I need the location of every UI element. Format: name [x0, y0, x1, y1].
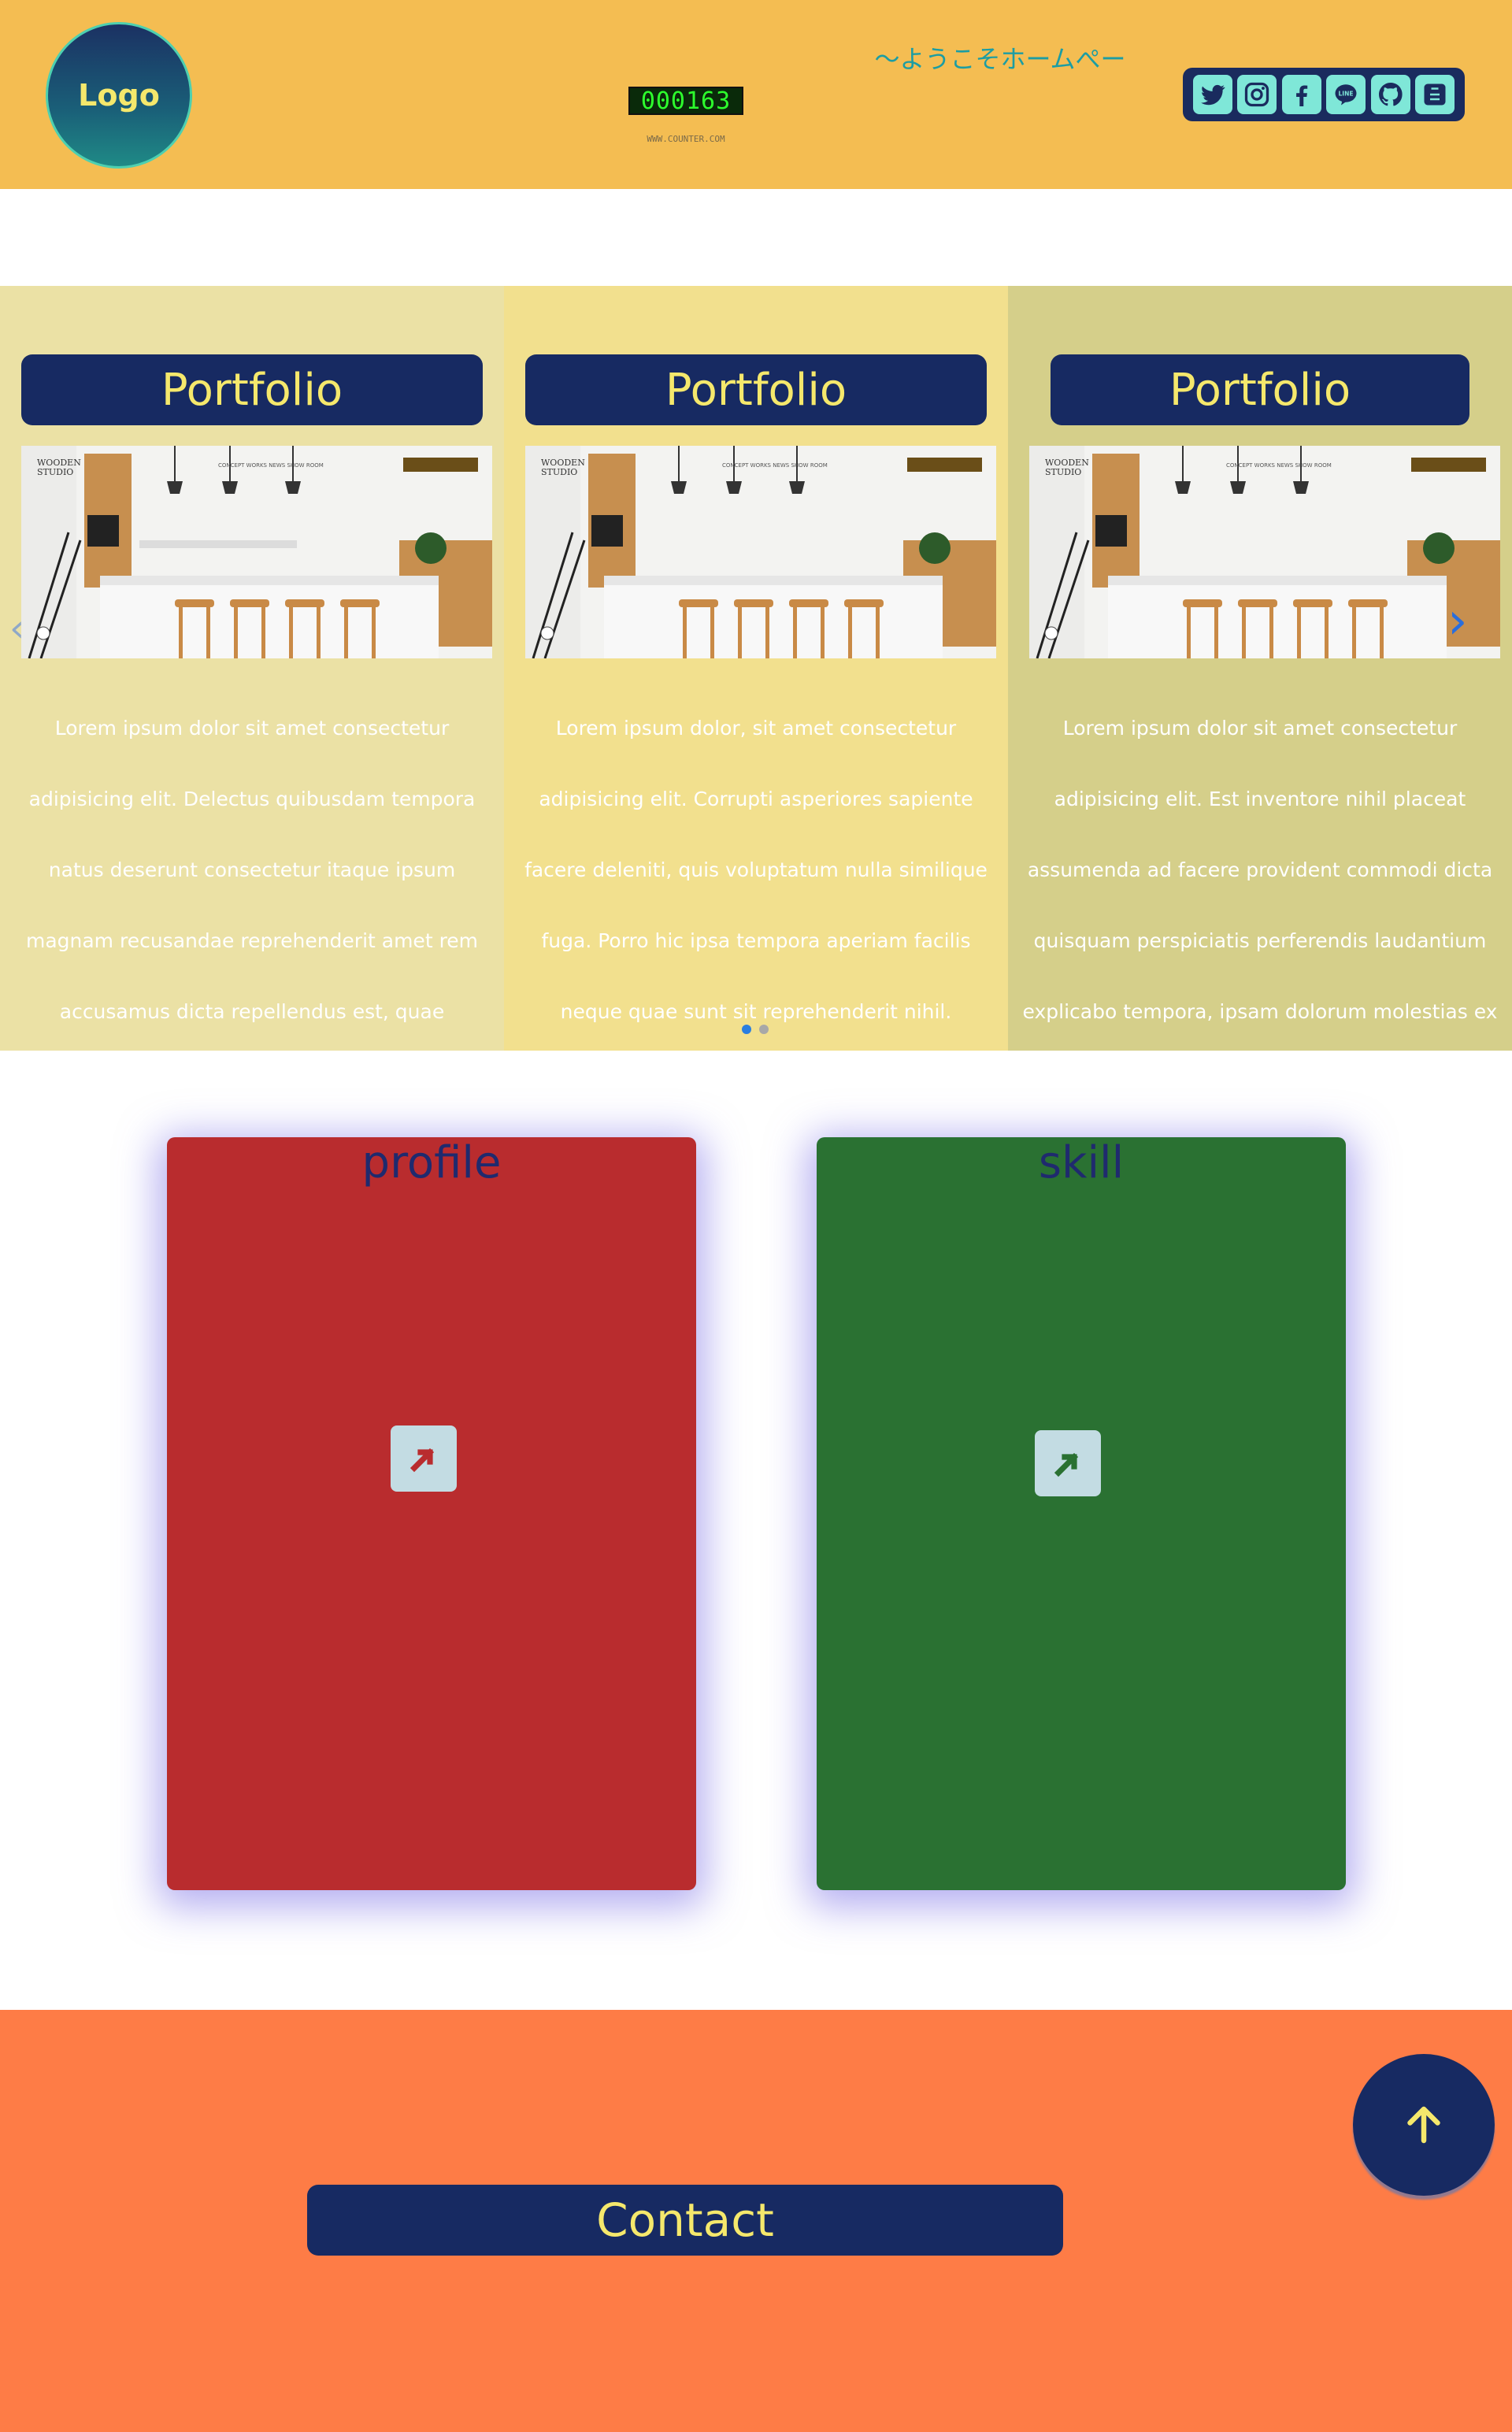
svg-text:CONCEPT WORKS NEWS SHOW: CONCEPT WORKS NEWS SHOW ROOM: [218, 462, 324, 469]
counter-value: 000163: [640, 87, 732, 115]
external-link-icon[interactable]: [1035, 1430, 1101, 1496]
svg-text:STUDIO: STUDIO: [541, 467, 577, 477]
back-to-top-button[interactable]: [1353, 2054, 1495, 2196]
github-icon[interactable]: [1370, 75, 1410, 114]
pagination-dot[interactable]: [759, 1025, 769, 1034]
portfolio-button[interactable]: Portfolio: [21, 354, 483, 425]
facebook-icon[interactable]: [1281, 75, 1321, 114]
welcome-text: 〜ようこそホームぺー: [874, 44, 1126, 74]
svg-text:LINE: LINE: [1339, 91, 1354, 98]
twitter-icon[interactable]: [1192, 75, 1232, 114]
skill-card[interactable]: skill: [817, 1137, 1346, 1890]
portfolio-description: Lorem ipsum dolor, sit amet consectetur …: [524, 717, 988, 1023]
svg-text:CONCEPT WORKS NEWS SHOW: CONCEPT WORKS NEWS SHOW ROOM: [722, 462, 828, 469]
skill-title: skill: [1038, 1137, 1125, 1188]
portfolio-image[interactable]: WOODEN STUDIO CONCEPT WORKS NEWS SHOW RO…: [21, 446, 492, 658]
portfolio-button[interactable]: Portfolio: [1051, 354, 1469, 425]
instagram-icon[interactable]: [1237, 75, 1277, 114]
counter-caption[interactable]: WWW.COUNTER.COM: [628, 134, 743, 144]
contact-button[interactable]: Contact: [307, 2185, 1063, 2256]
carousel-next-arrow[interactable]: ›: [1447, 592, 1468, 651]
line-icon[interactable]: LINE: [1326, 75, 1366, 114]
portfolio-description: Lorem ipsum dolor sit amet consectetur a…: [1022, 717, 1498, 1023]
profile-card[interactable]: profile: [167, 1137, 696, 1890]
carousel-prev-arrow[interactable]: ‹: [9, 606, 24, 651]
social-links: LINE: [1183, 68, 1465, 121]
svg-text:STUDIO: STUDIO: [1045, 467, 1081, 477]
svg-text:CONCEPT WORKS NEWS SHOW: CONCEPT WORKS NEWS SHOW ROOM: [1226, 462, 1332, 469]
site-logo[interactable]: Logo: [46, 22, 192, 169]
portfolio-button[interactable]: Portfolio: [525, 354, 987, 425]
logo-text: Logo: [78, 78, 160, 113]
share-icon[interactable]: [1415, 75, 1455, 114]
visitor-counter: 000163: [628, 87, 743, 115]
portfolio-description: Lorem ipsum dolor sit amet consectetur a…: [25, 717, 479, 1094]
arrow-up-icon: [1407, 2106, 1440, 2144]
portfolio-image[interactable]: WOODEN STUDIO CONCEPT WORKS NEWS SHOW RO…: [525, 446, 996, 658]
portfolio-image[interactable]: WOODEN STUDIO CONCEPT WORKS NEWS SHOW RO…: [1029, 446, 1500, 658]
pagination-dot-active[interactable]: [742, 1025, 751, 1034]
profile-title: profile: [361, 1137, 502, 1188]
svg-text:STUDIO: STUDIO: [37, 467, 73, 477]
external-link-icon[interactable]: [391, 1425, 457, 1492]
